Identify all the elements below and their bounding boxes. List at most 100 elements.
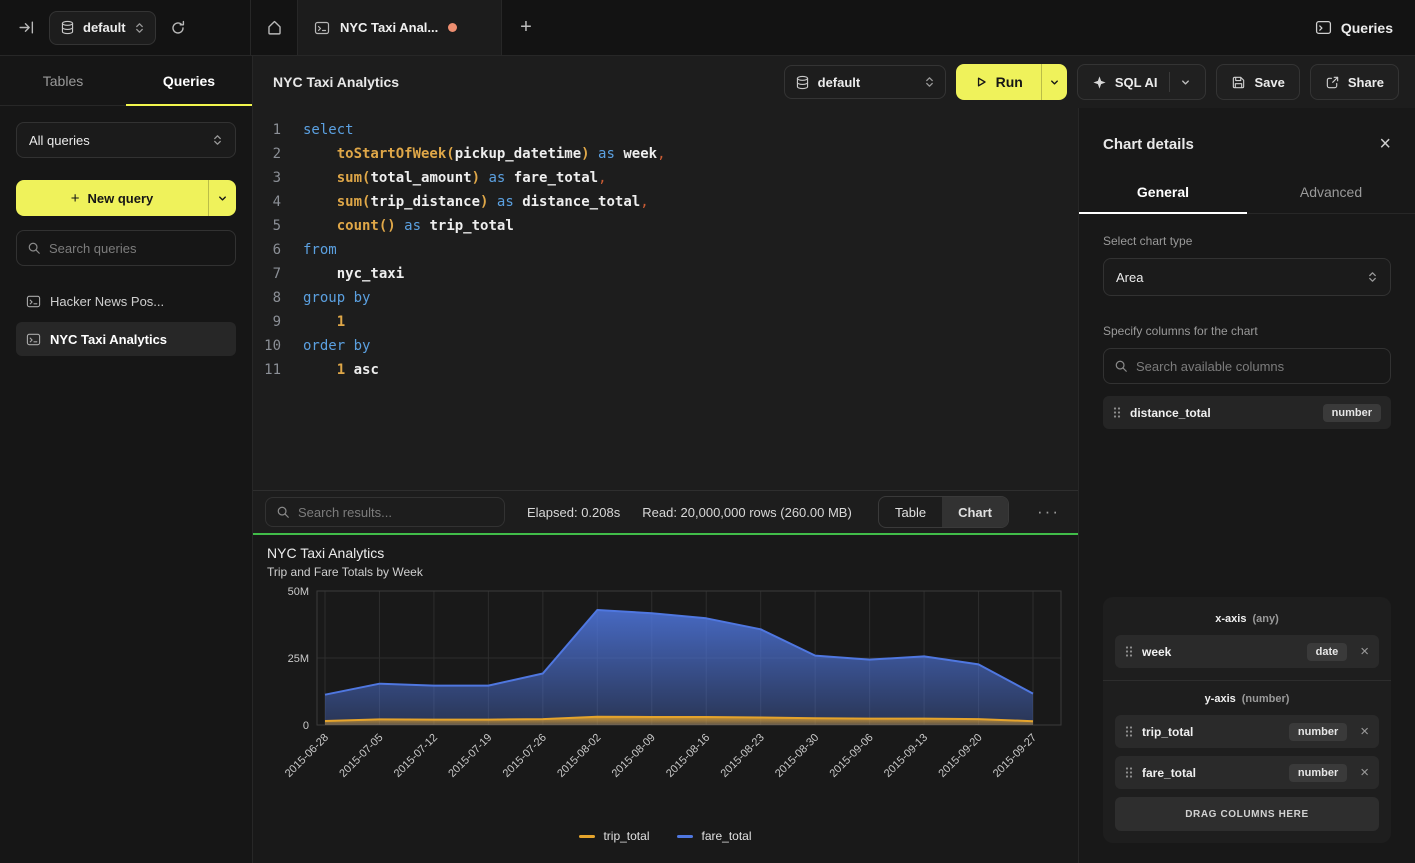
chart-details-panel: Chart details × General Advanced Select … (1078, 108, 1415, 863)
save-button[interactable]: Save (1216, 64, 1299, 100)
code-line: order by (303, 334, 666, 358)
axis-column-chip[interactable]: trip_totalnumber× (1115, 715, 1379, 748)
close-panel-button[interactable]: × (1379, 134, 1391, 154)
tab-title: NYC Taxi Anal... (340, 20, 438, 35)
sidebar-tab-tables[interactable]: Tables (0, 56, 126, 105)
new-query-caret-button[interactable] (208, 180, 236, 216)
run-caret-button[interactable] (1041, 64, 1067, 100)
collapse-sidebar-button[interactable] (14, 15, 39, 40)
legend-swatch (677, 835, 693, 838)
svg-text:2015-06-28: 2015-06-28 (283, 732, 331, 780)
column-type-badge: number (1289, 764, 1347, 782)
run-button[interactable]: Run (956, 64, 1041, 100)
sparkle-icon (1092, 75, 1107, 90)
database-icon (60, 20, 75, 35)
code-line: nyc_taxi (303, 262, 666, 286)
svg-text:0: 0 (303, 720, 309, 732)
topbar: default NYC Taxi Anal... + Queries (0, 0, 1415, 56)
query-list-item[interactable]: NYC Taxi Analytics (16, 322, 236, 356)
updown-chevron-icon (924, 76, 935, 88)
results-search-input[interactable] (298, 505, 494, 520)
sidebar-content: All queries + New query Hacker Ne (0, 106, 252, 372)
queries-button[interactable]: Queries (1315, 19, 1393, 36)
new-tab-button[interactable]: + (502, 0, 550, 55)
content-area: NYC Taxi Analytics default Run (253, 56, 1415, 863)
queries-icon (1315, 19, 1332, 36)
tab-general[interactable]: General (1079, 172, 1247, 213)
updown-chevron-icon (134, 22, 145, 34)
chevron-down-icon (1180, 77, 1191, 88)
svg-text:2015-09-27: 2015-09-27 (991, 732, 1039, 780)
columns-search-input[interactable] (1136, 359, 1380, 374)
axis-hint: (any) (1252, 613, 1278, 625)
run-database-select[interactable]: default (784, 65, 946, 99)
sql-editor[interactable]: 1234567891011 select toStartOfWeek(picku… (253, 108, 1078, 490)
share-button[interactable]: Share (1310, 64, 1399, 100)
tab-nyc-taxi-analytics[interactable]: NYC Taxi Anal... (297, 0, 502, 55)
sidebar: Tables Queries All queries + New query (0, 56, 253, 863)
chart-legend: trip_total fare_total (267, 829, 1064, 843)
column-type-badge: number (1323, 404, 1381, 422)
legend-label: fare_total (701, 829, 751, 843)
more-options-button[interactable]: ··· (1031, 502, 1066, 522)
query-main: 1234567891011 select toStartOfWeek(picku… (253, 108, 1078, 863)
axis-divider (1103, 680, 1391, 681)
drag-handle-icon (1125, 645, 1133, 658)
topbar-left: default (0, 0, 251, 55)
query-search-input[interactable] (49, 241, 225, 256)
results-chart-svg[interactable]: 025M50M2015-06-282015-07-052015-07-12201… (267, 583, 1065, 827)
legend-item[interactable]: trip_total (579, 829, 649, 843)
play-icon (974, 75, 988, 89)
sidebar-tabs: Tables Queries (0, 56, 252, 106)
legend-label: trip_total (603, 829, 649, 843)
remove-column-button[interactable]: × (1360, 764, 1369, 781)
unsaved-changes-dot (448, 23, 457, 32)
remove-column-button[interactable]: × (1360, 643, 1369, 660)
results-toolbar: Elapsed: 0.208s Read: 20,000,000 rows (2… (253, 490, 1078, 533)
axis-column-chip[interactable]: fare_totalnumber× (1115, 756, 1379, 789)
drag-handle-icon (1113, 406, 1121, 419)
query-filter-value: All queries (29, 133, 90, 148)
home-button[interactable] (251, 0, 297, 55)
sql-ai-button[interactable]: SQL AI (1077, 64, 1207, 100)
svg-text:2015-08-30: 2015-08-30 (773, 732, 821, 780)
axis-title: y-axis(number) (1115, 693, 1379, 705)
drag-columns-dropzone[interactable]: DRAG COLUMNS HERE (1115, 797, 1379, 831)
rows-read: Read: 20,000,000 rows (260.00 MB) (642, 505, 852, 520)
legend-item[interactable]: fare_total (677, 829, 751, 843)
view-tab-table[interactable]: Table (879, 497, 942, 527)
chart-type-value: Area (1116, 270, 1143, 285)
column-type-badge: date (1307, 643, 1348, 661)
search-icon (1114, 359, 1128, 373)
sql-ai-caret[interactable] (1169, 72, 1191, 92)
chart-panel: NYC Taxi Analytics Trip and Fare Totals … (253, 533, 1078, 863)
collapse-sidebar-icon (18, 19, 35, 36)
remove-column-button[interactable]: × (1360, 723, 1369, 740)
view-tab-chart[interactable]: Chart (942, 497, 1008, 527)
editor-code[interactable]: select toStartOfWeek(pickup_datetime) as… (289, 118, 666, 490)
editor-gutter: 1234567891011 (253, 118, 289, 490)
tab-strip: NYC Taxi Anal... + (251, 0, 1315, 55)
refresh-button[interactable] (166, 16, 190, 40)
svg-text:2015-07-19: 2015-07-19 (446, 732, 494, 780)
query-filter-select[interactable]: All queries (16, 122, 236, 158)
query-list-item[interactable]: Hacker News Pos... (16, 284, 236, 318)
code-line: from (303, 238, 666, 262)
chart-type-select[interactable]: Area (1103, 258, 1391, 296)
spacer (1103, 429, 1391, 597)
chart-details-tabs: General Advanced (1079, 172, 1415, 214)
run-database-value-wrap: default (795, 75, 861, 90)
code-line: toStartOfWeek(pickup_datetime) as week, (303, 142, 666, 166)
view-toggle: Table Chart (878, 496, 1009, 528)
topbar-database-select[interactable]: default (49, 11, 156, 45)
new-query-button[interactable]: + New query (16, 180, 208, 216)
axis-column-chip[interactable]: weekdate× (1115, 635, 1379, 668)
axis-title: x-axis(any) (1115, 613, 1379, 625)
tab-advanced[interactable]: Advanced (1247, 172, 1415, 213)
run-database-label: default (818, 75, 861, 90)
svg-text:50M: 50M (288, 586, 309, 598)
sidebar-tab-queries[interactable]: Queries (126, 56, 252, 105)
updown-chevron-icon (212, 134, 223, 146)
topbar-right: Queries (1315, 0, 1415, 55)
available-column-chip[interactable]: distance_totalnumber (1103, 396, 1391, 429)
